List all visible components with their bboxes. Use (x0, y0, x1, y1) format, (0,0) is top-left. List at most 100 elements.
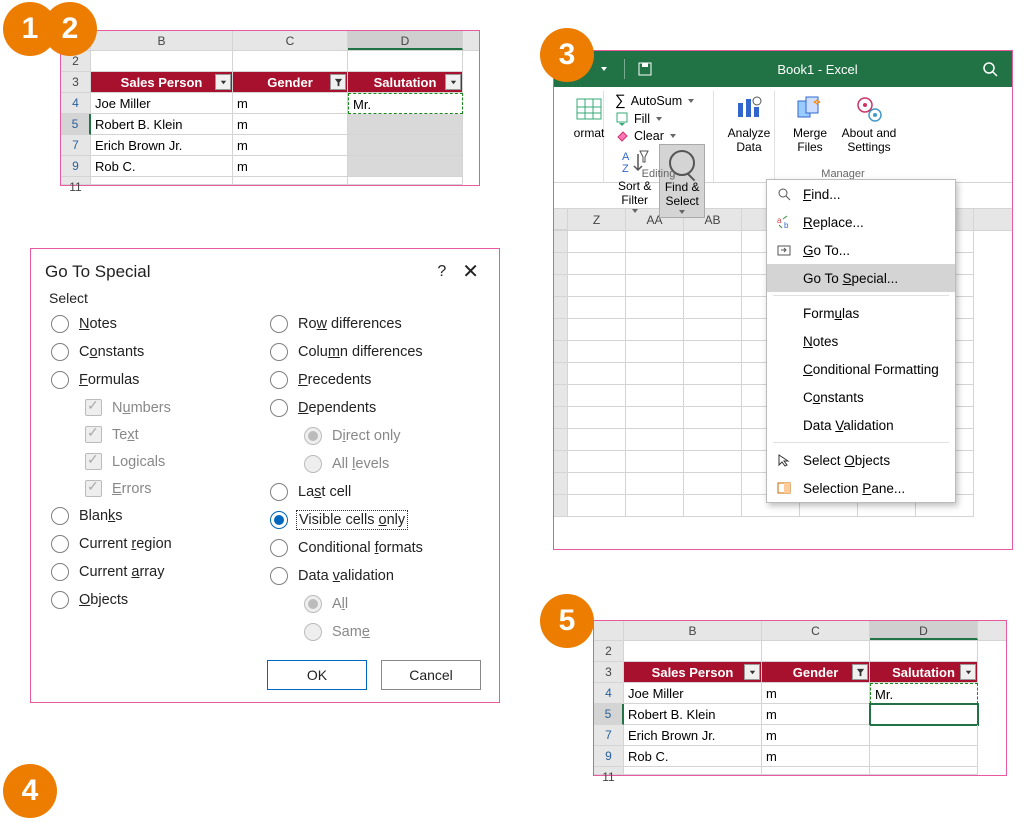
cell[interactable] (568, 297, 626, 319)
cell[interactable]: m (762, 704, 870, 725)
option-blanks[interactable]: Blanks (51, 502, 260, 530)
cell[interactable] (684, 385, 742, 407)
col-header-b[interactable]: B (624, 621, 762, 640)
merge-files-button[interactable]: Merge Files (783, 91, 837, 157)
cell[interactable]: m (762, 746, 870, 767)
ok-button[interactable]: OK (267, 660, 367, 690)
cell[interactable] (870, 704, 978, 725)
cell[interactable] (684, 473, 742, 495)
cell[interactable] (626, 363, 684, 385)
about-settings-button[interactable]: About and Settings (838, 91, 900, 157)
cell[interactable] (568, 253, 626, 275)
option-visible-cells-only[interactable]: Visible cells only (270, 506, 479, 534)
menu-cond-formatting[interactable]: Conditional Formatting (767, 355, 955, 383)
cell[interactable] (348, 177, 463, 185)
cell[interactable] (91, 177, 233, 185)
cell[interactable] (568, 495, 626, 517)
cell[interactable] (568, 473, 626, 495)
cell[interactable] (568, 429, 626, 451)
cell[interactable] (568, 319, 626, 341)
menu-replace[interactable]: abReplace... (767, 208, 955, 236)
cell[interactable]: Erich Brown Jr. (624, 725, 762, 746)
cell[interactable]: Joe Miller (91, 93, 233, 114)
col-header-c[interactable]: C (762, 621, 870, 640)
row-header[interactable]: 9 (594, 746, 624, 767)
cell[interactable] (684, 429, 742, 451)
filter-dropdown-icon[interactable] (960, 664, 976, 680)
cell[interactable] (626, 495, 684, 517)
option-precedents[interactable]: Precedents (270, 366, 479, 394)
qat-dropdown-icon[interactable] (592, 57, 616, 81)
col-header-d[interactable]: D (870, 621, 978, 640)
cell[interactable] (626, 451, 684, 473)
cell[interactable] (568, 231, 626, 253)
cell[interactable] (626, 385, 684, 407)
row-header[interactable]: 3 (594, 662, 624, 683)
cell[interactable] (684, 451, 742, 473)
cell[interactable]: Robert B. Klein (624, 704, 762, 725)
menu-select-objects[interactable]: Select Objects (767, 446, 955, 474)
cell[interactable] (684, 275, 742, 297)
cell[interactable] (626, 297, 684, 319)
col-header-b[interactable]: B (91, 31, 233, 50)
cell[interactable] (684, 407, 742, 429)
option-constants[interactable]: Constants (51, 338, 260, 366)
cell[interactable] (684, 297, 742, 319)
cell[interactable] (684, 341, 742, 363)
cell[interactable] (870, 767, 978, 775)
option-data-validation[interactable]: Data validation (270, 562, 479, 590)
menu-notes[interactable]: Notes (767, 327, 955, 355)
option-dependents[interactable]: Dependents (270, 394, 479, 422)
cell[interactable] (684, 495, 742, 517)
table-header[interactable]: Salutation (870, 662, 978, 683)
row-header[interactable]: 7 (594, 725, 624, 746)
clear-button[interactable]: Clear (612, 128, 705, 144)
filter-dropdown-icon[interactable] (330, 74, 346, 90)
cell[interactable] (684, 363, 742, 385)
cell[interactable] (684, 253, 742, 275)
format-button[interactable]: ormat (570, 91, 608, 143)
row-header[interactable]: 11 (594, 767, 624, 775)
fill-button[interactable]: Fill (612, 111, 705, 127)
cell[interactable] (626, 473, 684, 495)
cell[interactable] (870, 641, 978, 662)
menu-selection-pane[interactable]: Selection Pane... (767, 474, 955, 502)
table-header[interactable]: Gender (233, 72, 348, 93)
option-objects[interactable]: Objects (51, 586, 260, 614)
table-header[interactable]: Gender (762, 662, 870, 683)
cell[interactable] (626, 275, 684, 297)
row-header[interactable]: 4 (594, 683, 624, 704)
cell[interactable] (233, 177, 348, 185)
cell[interactable]: m (233, 135, 348, 156)
option-column-differences[interactable]: Column differences (270, 338, 479, 366)
cell[interactable] (870, 746, 978, 767)
cell[interactable]: Robert B. Klein (91, 114, 233, 135)
autosum-button[interactable]: ∑AutoSum (612, 91, 705, 110)
cell[interactable]: Mr. (870, 683, 978, 704)
menu-constants[interactable]: Constants (767, 383, 955, 411)
cell[interactable] (233, 51, 348, 72)
cell[interactable] (626, 231, 684, 253)
cell[interactable]: m (233, 93, 348, 114)
row-header[interactable]: 4 (61, 93, 91, 114)
row-header[interactable]: 9 (61, 156, 91, 177)
save-icon[interactable] (633, 57, 657, 81)
cell[interactable]: Mr. (348, 93, 463, 114)
cell[interactable]: m (762, 725, 870, 746)
filter-dropdown-icon[interactable] (744, 664, 760, 680)
cell[interactable]: Erich Brown Jr. (91, 135, 233, 156)
row-header[interactable]: 2 (594, 641, 624, 662)
cell[interactable] (870, 725, 978, 746)
cell[interactable] (348, 51, 463, 72)
cell[interactable] (348, 135, 463, 156)
cell[interactable]: m (233, 156, 348, 177)
analyze-data-button[interactable]: Analyze Data (722, 91, 776, 157)
col-header-c[interactable]: C (233, 31, 348, 50)
filter-dropdown-icon[interactable] (852, 664, 868, 680)
cell[interactable] (624, 641, 762, 662)
option-formulas[interactable]: Formulas (51, 366, 260, 394)
cell[interactable]: m (233, 114, 348, 135)
cell[interactable] (626, 319, 684, 341)
cell[interactable] (568, 451, 626, 473)
cell[interactable] (762, 641, 870, 662)
